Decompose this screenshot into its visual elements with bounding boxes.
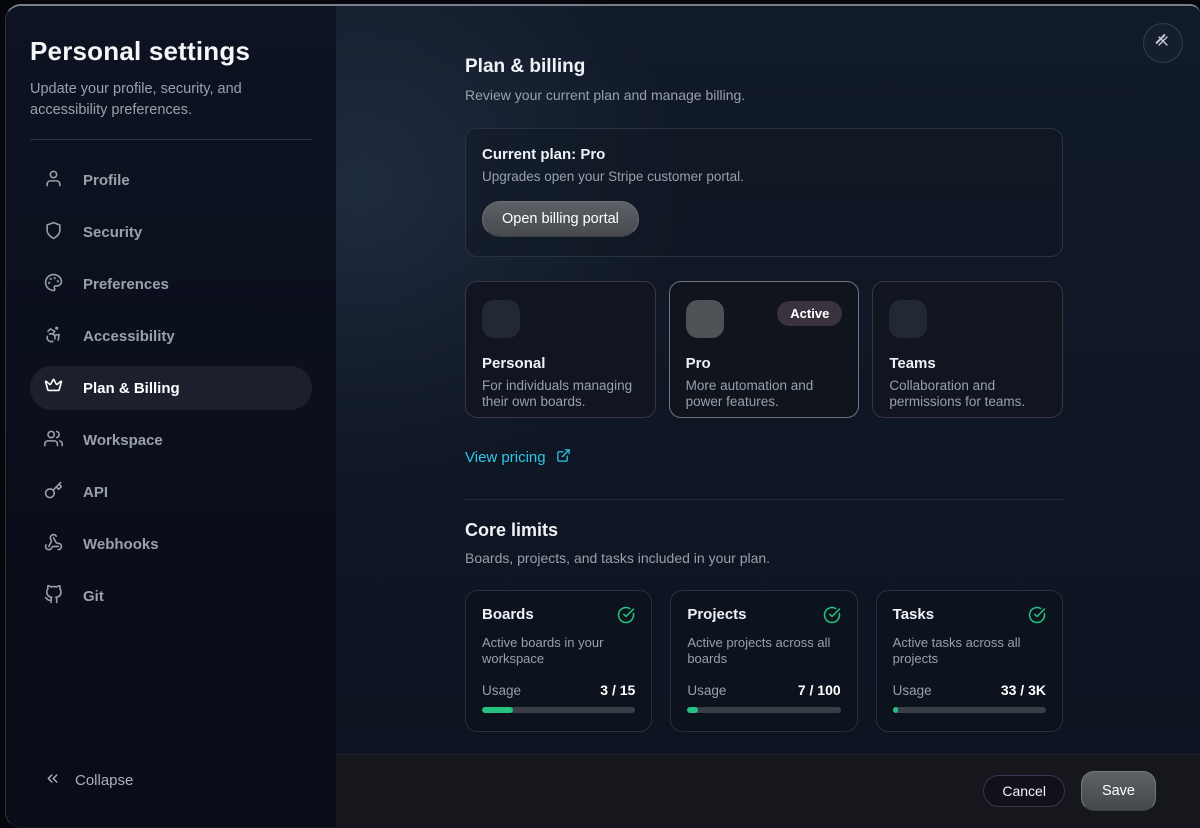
core-limits-title: Core limits	[465, 520, 1063, 541]
user-icon	[44, 169, 63, 192]
limit-card-projects: Projects Active projects across all boar…	[670, 590, 857, 732]
limit-card-description: Active tasks across all projects	[893, 635, 1046, 668]
webhook-icon	[44, 533, 63, 556]
plan-description: Collaboration and permissions for teams.	[889, 378, 1046, 410]
check-circle-icon	[617, 606, 635, 629]
check-circle-icon	[823, 606, 841, 629]
usage-progress-track	[687, 707, 840, 713]
save-button[interactable]: Save	[1081, 771, 1156, 811]
plan-icon-placeholder	[889, 300, 927, 338]
limit-card-description: Active boards in your workspace	[482, 635, 635, 668]
limit-card-tasks: Tasks Active tasks across all projects U…	[876, 590, 1063, 732]
sidebar-nav: Profile Security Preferences Accessibili…	[30, 158, 312, 618]
plan-description: For individuals managing their own board…	[482, 378, 639, 410]
sidebar-item-workspace[interactable]: Workspace	[30, 418, 312, 462]
sidebar-item-label: API	[83, 484, 108, 501]
limit-card-title: Tasks	[893, 606, 934, 623]
plan-grid: Personal For individuals managing their …	[465, 281, 1063, 418]
usage-value: 33 / 3K	[1001, 682, 1046, 698]
sidebar-title: Personal settings	[30, 36, 312, 67]
sidebar-item-security[interactable]: Security	[30, 210, 312, 254]
plan-card-personal[interactable]: Personal For individuals managing their …	[465, 281, 656, 418]
sidebar-item-plan-billing[interactable]: Plan & Billing	[30, 366, 312, 410]
current-plan-subtitle: Upgrades open your Stripe customer porta…	[482, 169, 1046, 184]
key-icon	[44, 481, 63, 504]
plan-card-pro[interactable]: Active Pro More automation and power fea…	[669, 281, 860, 418]
sidebar-item-label: Workspace	[83, 432, 163, 449]
plan-name: Pro	[686, 355, 843, 372]
current-plan-card: Current plan: Pro Upgrades open your Str…	[465, 128, 1063, 257]
active-plan-badge: Active	[777, 301, 842, 326]
crown-icon	[44, 377, 63, 400]
usage-label: Usage	[893, 683, 932, 698]
plan-name: Personal	[482, 355, 639, 372]
sidebar-item-label: Accessibility	[83, 328, 175, 345]
sidebar-item-preferences[interactable]: Preferences	[30, 262, 312, 306]
plan-card-teams[interactable]: Teams Collaboration and permissions for …	[872, 281, 1063, 418]
usage-progress-fill	[482, 707, 513, 713]
sidebar-item-label: Profile	[83, 172, 130, 189]
sidebar-item-accessibility[interactable]: Accessibility	[30, 314, 312, 358]
sidebar-item-label: Preferences	[83, 276, 169, 293]
plan-name: Teams	[889, 355, 1046, 372]
sidebar-item-label: Plan & Billing	[83, 380, 180, 397]
core-limits-grid: Boards Active boards in your workspace U…	[465, 590, 1063, 732]
users-icon	[44, 429, 63, 452]
sidebar-item-label: Git	[83, 588, 104, 605]
usage-progress-track	[482, 707, 635, 713]
collapse-sidebar-button[interactable]: Collapse	[44, 770, 133, 791]
usage-label: Usage	[482, 683, 521, 698]
sidebar-subtitle: Update your profile, security, and acces…	[30, 79, 312, 121]
page-title: Plan & billing	[465, 56, 1063, 78]
open-billing-portal-button[interactable]: Open billing portal	[482, 201, 639, 237]
cancel-button[interactable]: Cancel	[983, 775, 1065, 807]
limit-card-title: Boards	[482, 606, 534, 623]
sidebar-item-git[interactable]: Git	[30, 574, 312, 618]
usage-value: 7 / 100	[798, 682, 841, 698]
limit-card-title: Projects	[687, 606, 746, 623]
settings-sidebar: Personal settings Update your profile, s…	[6, 6, 336, 827]
shield-icon	[44, 221, 63, 244]
usage-progress-track	[893, 707, 1046, 713]
sidebar-divider	[30, 139, 312, 140]
sidebar-item-webhooks[interactable]: Webhooks	[30, 522, 312, 566]
plan-icon-placeholder	[686, 300, 724, 338]
plan-billing-panel: Plan & billing Review your current plan …	[336, 6, 1200, 827]
external-link-icon	[556, 448, 571, 467]
usage-label: Usage	[687, 683, 726, 698]
palette-icon	[44, 273, 63, 296]
sidebar-item-profile[interactable]: Profile	[30, 158, 312, 202]
section-divider	[465, 499, 1063, 500]
collapse-label: Collapse	[75, 772, 133, 789]
sidebar-item-label: Webhooks	[83, 536, 159, 553]
check-circle-icon	[1028, 606, 1046, 629]
action-footer: Cancel Save	[336, 754, 1200, 827]
plan-billing-content: Plan & billing Review your current plan …	[336, 6, 1200, 827]
view-pricing-link[interactable]: View pricing	[465, 448, 571, 467]
core-limits-subtitle: Boards, projects, and tasks included in …	[465, 550, 1063, 566]
settings-dialog: Personal settings Update your profile, s…	[5, 4, 1200, 828]
plan-description: More automation and power features.	[686, 378, 843, 410]
limit-card-boards: Boards Active boards in your workspace U…	[465, 590, 652, 732]
accessibility-icon	[44, 325, 63, 348]
usage-progress-fill	[893, 707, 898, 713]
sidebar-item-label: Security	[83, 224, 142, 241]
current-plan-title: Current plan: Pro	[482, 146, 1046, 163]
page-subtitle: Review your current plan and manage bill…	[465, 87, 1063, 103]
chevrons-left-icon	[44, 770, 61, 791]
plan-icon-placeholder	[482, 300, 520, 338]
limit-card-description: Active projects across all boards	[687, 635, 840, 668]
usage-value: 3 / 15	[600, 682, 635, 698]
usage-progress-fill	[687, 707, 698, 713]
sidebar-item-api[interactable]: API	[30, 470, 312, 514]
view-pricing-label: View pricing	[465, 449, 546, 466]
github-icon	[44, 585, 63, 608]
